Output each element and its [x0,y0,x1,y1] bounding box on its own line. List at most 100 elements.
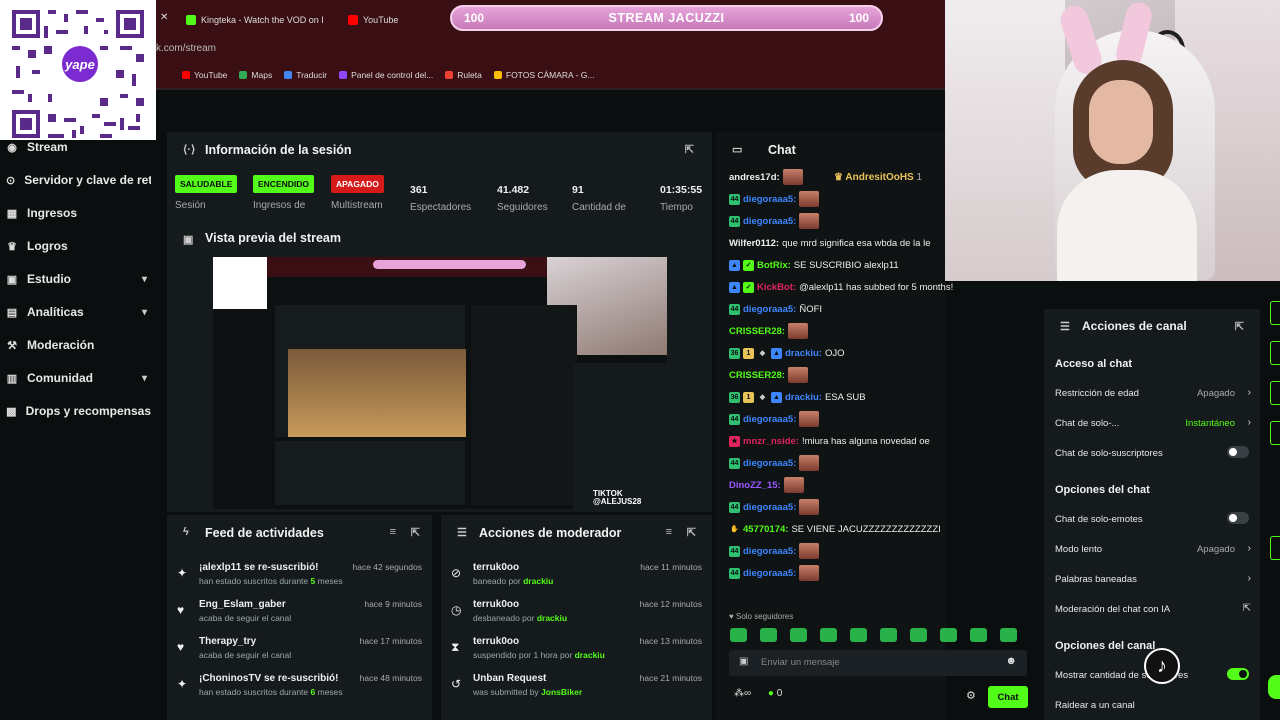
channel-option[interactable]: Restricción de edad Apagado › [1055,387,1251,399]
chat-emote [799,543,820,559]
bookmark-translate[interactable]: Traducir [284,70,327,80]
bookmark-youtube[interactable]: YouTube [182,70,227,80]
emote-button[interactable] [970,628,987,642]
emoji-icon[interactable]: ☻ [1005,655,1017,667]
stat-value: 01:35:55 [660,184,703,196]
tab-youtube[interactable]: YouTube [348,10,448,30]
external-link-icon[interactable]: ⇱ [685,143,694,156]
channel-option[interactable]: Chat de solo-suscriptores [1055,446,1251,459]
verified-badge: ✓ [743,281,754,293]
edge-button[interactable] [1268,675,1280,699]
chat-username[interactable]: drackiu: [785,392,822,403]
chat-bubble-icon: ▭ [732,144,743,156]
bookmark-ruleta[interactable]: Ruleta [445,70,482,80]
chat-username[interactable]: DinoZZ_15: [729,480,781,491]
chat-username[interactable]: BotRix: [757,260,791,271]
chat-username[interactable]: diegoraaa5: [743,458,796,469]
chat-username[interactable]: mnzr_nside: [743,436,799,447]
sidebar-item-drops[interactable]: ▩ Drops y recompensas [6,398,151,424]
sidebar-item-stream[interactable]: ◉ Stream [6,134,151,160]
external-link-icon[interactable]: ⇱ [1235,320,1244,333]
sidebar-item-server[interactable]: ⊙ Servidor y clave de retransmisión [6,167,151,193]
channel-option[interactable]: Modo lento Apagado › [1055,543,1251,555]
sidebar-item-ingresos[interactable]: ▦ Ingresos [6,200,151,226]
preview-feeds [275,441,465,505]
emote-button[interactable] [790,628,807,642]
chat-text: que mrd significa esa wbda de la le [782,237,931,249]
edge-tab[interactable] [1270,301,1280,325]
chat-send-button[interactable]: Chat [988,686,1028,708]
chat-emote [799,565,820,581]
emote-button[interactable] [880,628,897,642]
bookmark-panel[interactable]: Panel de control del... [339,70,433,80]
emote-button[interactable] [760,628,777,642]
external-link-icon[interactable]: ⇱ [411,526,420,539]
address-bar[interactable]: k.com/stream [156,38,945,62]
edge-tab[interactable] [1270,381,1280,405]
chat-username[interactable]: CRISSER28: [729,326,785,337]
status-badge: SALUDABLE [175,175,238,193]
chat-username[interactable]: diegoraaa5: [743,568,796,579]
tab-close-icon[interactable]: ✕ [160,12,168,23]
tiktok-logo: ♪ [1144,648,1180,684]
chat-username[interactable]: 45770174: [743,524,788,535]
external-link-icon[interactable]: ⇱ [687,526,696,539]
chat-header: ▭ Chat [716,132,946,168]
emote-button[interactable] [820,628,837,642]
chat-message: 44 diegoraaa5: [729,564,1047,582]
panel-icon [339,71,348,79]
chat-message-input[interactable]: ▣ Enviar un mensaje ☻ [729,650,1027,676]
emote-button[interactable] [910,628,927,642]
toggle-switch[interactable] [1227,512,1249,524]
yape-qr-code: yape [0,0,156,148]
stat-label: Tiempo [660,202,693,213]
broadcast-icon: ⟨·⟩ [183,144,196,156]
chat-username[interactable]: KickBot: [757,282,796,293]
sidebar-item-estudio[interactable]: ▣ Estudio ▾ [6,266,151,292]
sub-badge: 36 [729,347,740,359]
chat-username[interactable]: andres17d: [729,172,780,183]
chat-username[interactable]: CRISSER28: [729,370,785,381]
toggle-switch[interactable] [1227,446,1249,458]
bookmark-fotos[interactable]: FOTOS CÁMARA - G... [493,70,595,80]
sidebar-item-comunidad[interactable]: ▥ Comunidad ▾ [6,365,151,391]
activity-sub: han estado suscritos durante 6 meses [199,687,343,697]
stream-preview-video[interactable]: TIKTOK @ALEJUS28 [213,257,667,509]
stat-label: Multistream [331,200,383,211]
channel-option[interactable]: Moderación del chat con IA ⇱ [1055,603,1251,615]
chat-username[interactable]: drackiu: [785,348,822,359]
status-badge: APAGADO [331,175,384,193]
edge-tab[interactable] [1270,341,1280,365]
channel-option[interactable]: Raidear a un canal [1055,700,1251,711]
bookmark-maps[interactable]: Maps [239,70,272,80]
channel-option[interactable]: Palabras baneadas › [1055,573,1251,585]
filter-icon[interactable]: ≡ [390,526,396,538]
sidebar-item-moderacion[interactable]: ⚒ Moderación [6,332,151,358]
sidebar-item-analiticas[interactable]: ▤ Analíticas ▾ [6,299,151,325]
emote-button[interactable] [940,628,957,642]
tab-kick[interactable]: Kingteka - Watch the VOD on I [186,10,346,30]
channel-option[interactable]: Chat de solo-... Instantáneo › [1055,417,1251,429]
emote-button[interactable] [1000,628,1017,642]
chat-username[interactable]: diegoraaa5: [743,546,796,557]
preview-actions [573,363,667,509]
chat-username[interactable]: diegoraaa5: [743,216,796,227]
channel-option[interactable]: Chat de solo-emotes [1055,512,1251,525]
activity-title: Eng_Eslam_gaber [199,599,286,610]
hype-right-value: 100 [848,11,869,25]
chat-username[interactable]: diegoraaa5: [743,414,796,425]
chat-username[interactable]: diegoraaa5: [743,502,796,513]
chat-username[interactable]: diegoraaa5: [743,304,796,315]
gear-icon[interactable]: ⚙ [966,689,976,702]
chat-message: ✋ 45770174: SE VIENE JACUZZZZZZZZZZZZZI [729,520,1047,538]
chat-username[interactable]: Wilfer0112: [729,238,779,249]
edge-tab[interactable] [1270,421,1280,445]
chat-username[interactable]: diegoraaa5: [743,194,796,205]
filter-icon[interactable]: ≡ [666,526,672,538]
toggle-switch[interactable] [1227,668,1249,680]
emote-button[interactable] [850,628,867,642]
edge-tab[interactable] [1270,536,1280,560]
emote-button[interactable] [730,628,747,642]
sidebar-item-logros[interactable]: ♛ Logros [6,233,151,259]
chat-emote [799,455,820,471]
